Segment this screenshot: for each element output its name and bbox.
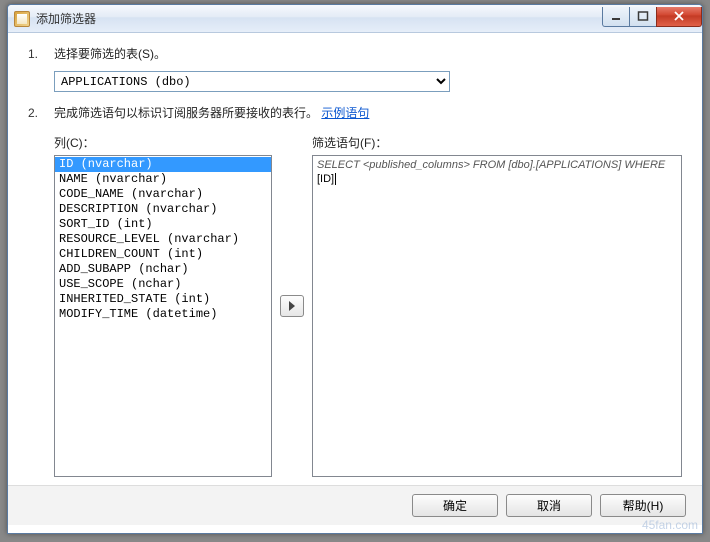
step2: 2. 完成筛选语句以标识订阅服务器所要接收的表行。 示例语句: [28, 104, 682, 122]
filter-textarea[interactable]: SELECT <published_columns> FROM [dbo].[A…: [312, 155, 682, 477]
filter-italic: SELECT <published_columns> FROM [dbo].[A…: [317, 159, 665, 171]
list-item[interactable]: USE_SCOPE (nchar): [55, 277, 271, 292]
close-button[interactable]: [656, 7, 702, 27]
filter-panel: 筛选语句(F)： SELECT <published_columns> FROM…: [312, 134, 682, 477]
list-item[interactable]: CODE_NAME (nvarchar): [55, 187, 271, 202]
list-item[interactable]: MODIFY_TIME (datetime): [55, 307, 271, 322]
dialog-window: 添加筛选器 1. 选择要筛选的表(S)。 APPLICATIONS (dbo) …: [7, 4, 703, 534]
list-item[interactable]: ADD_SUBAPP (nchar): [55, 262, 271, 277]
columns-label: 列(C)：: [54, 134, 272, 151]
step1-number: 1.: [28, 45, 54, 63]
text-cursor: [335, 173, 336, 185]
window-controls: [603, 7, 702, 27]
list-item[interactable]: SORT_ID (int): [55, 217, 271, 232]
columns-listbox[interactable]: ID (nvarchar)NAME (nvarchar)CODE_NAME (n…: [54, 155, 272, 477]
titlebar[interactable]: 添加筛选器: [8, 5, 702, 33]
table-select[interactable]: APPLICATIONS (dbo): [54, 71, 450, 92]
help-button[interactable]: 帮助(H): [600, 494, 686, 517]
list-item[interactable]: NAME (nvarchar): [55, 172, 271, 187]
columns-panel: 列(C)： ID (nvarchar)NAME (nvarchar)CODE_N…: [54, 134, 272, 477]
client-area: 1. 选择要筛选的表(S)。 APPLICATIONS (dbo) 2. 完成筛…: [8, 33, 702, 533]
list-item[interactable]: CHILDREN_COUNT (int): [55, 247, 271, 262]
cancel-button[interactable]: 取消: [506, 494, 592, 517]
dialog-buttons: 确定 取消 帮助(H): [8, 485, 702, 525]
ok-button[interactable]: 确定: [412, 494, 498, 517]
list-item[interactable]: DESCRIPTION (nvarchar): [55, 202, 271, 217]
step2-text: 完成筛选语句以标识订阅服务器所要接收的表行。 示例语句: [54, 104, 682, 122]
list-item[interactable]: INHERITED_STATE (int): [55, 292, 271, 307]
list-item[interactable]: RESOURCE_LEVEL (nvarchar): [55, 232, 271, 247]
columns-area: 列(C)： ID (nvarchar)NAME (nvarchar)CODE_N…: [28, 134, 682, 477]
filter-label: 筛选语句(F)：: [312, 134, 682, 151]
step1-text: 选择要筛选的表(S)。: [54, 45, 682, 63]
app-icon: [14, 11, 30, 27]
window-title: 添加筛选器: [36, 10, 603, 27]
step2-prefix: 完成筛选语句以标识订阅服务器所要接收的表行。: [54, 106, 318, 120]
filter-normal: [ID]: [317, 173, 334, 185]
list-item[interactable]: ID (nvarchar): [55, 157, 271, 172]
step1: 1. 选择要筛选的表(S)。: [28, 45, 682, 63]
maximize-button[interactable]: [629, 7, 657, 27]
step2-number: 2.: [28, 104, 54, 122]
minimize-button[interactable]: [602, 7, 630, 27]
add-column-button[interactable]: [280, 295, 304, 317]
example-link[interactable]: 示例语句: [321, 106, 369, 120]
